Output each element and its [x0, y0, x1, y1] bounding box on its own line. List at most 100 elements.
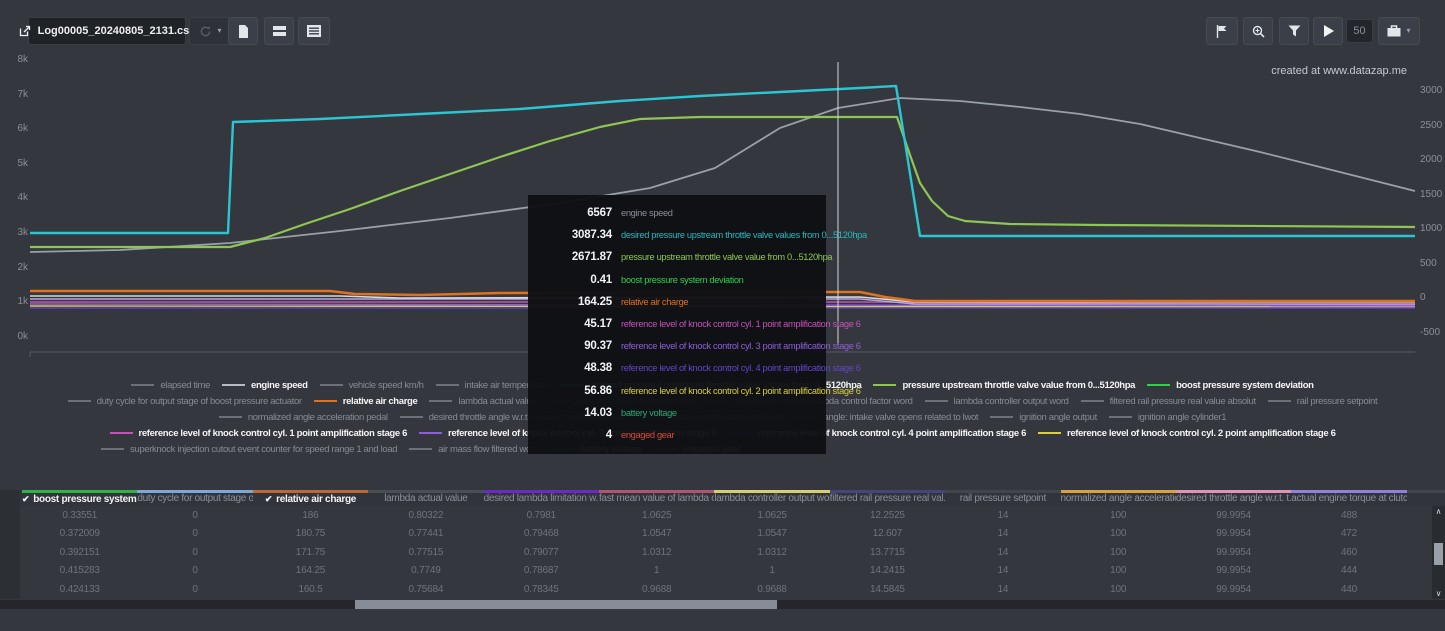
table-cell: 13.7715 [830, 547, 945, 558]
legend-item[interactable]: reference level of knock control cyl. 1 … [110, 428, 408, 439]
series-swatch [1038, 432, 1061, 434]
column-header-label: rail pressure setpoint [960, 493, 1046, 504]
legend-item[interactable]: air mass flow filtered word [409, 444, 538, 455]
column-header[interactable]: actual engine torque at clutch [1291, 490, 1406, 506]
legend-item[interactable]: reference level of knock control cyl. 2 … [1038, 428, 1336, 439]
watermark-link[interactable]: created at www.datazap.me [1271, 65, 1407, 77]
briefcase-icon [1387, 25, 1401, 37]
legend-label: reference level of knock control cyl. 2 … [1067, 428, 1336, 439]
legend-item[interactable]: relative air charge [314, 396, 418, 407]
table-cell: 14.2415 [830, 565, 945, 576]
table-cell: 100 [1061, 565, 1176, 576]
tooltip-series-label: engine speed [621, 208, 673, 218]
legend-item[interactable]: ignition angle cylinder1 [1109, 412, 1226, 423]
legend-item[interactable]: filtered rail pressure real value absolu… [1081, 396, 1256, 407]
table-cell: 0.77515 [368, 547, 483, 558]
table-left-gutter [0, 490, 20, 599]
legend-item[interactable]: superknock injection cutout event counte… [101, 444, 397, 455]
legend-item[interactable]: elapsed time [131, 380, 210, 391]
table-header-row: ✔boost pressure system d...duty cycle fo… [0, 490, 1445, 506]
table-cell: 0.415283 [22, 565, 137, 576]
series-swatch [222, 384, 245, 386]
split-panes-button[interactable] [264, 17, 294, 45]
points-input[interactable] [1346, 19, 1373, 43]
play-button[interactable] [1313, 17, 1343, 45]
legend-item[interactable]: pressure upstream throttle valve value f… [873, 380, 1135, 391]
legend-label: boost pressure system deviation [1176, 380, 1314, 391]
legend-item[interactable]: lambda controller output word [925, 396, 1069, 407]
column-header[interactable]: desi... [1407, 490, 1445, 506]
scroll-down-button[interactable]: ∨ [1432, 588, 1445, 599]
table-cell: 164.25 [253, 565, 368, 576]
legend-item[interactable]: lambda actual value [429, 396, 536, 407]
column-header[interactable]: lambda actual value [368, 490, 483, 506]
legend-label: duty cycle for output stage of boost pre… [97, 396, 302, 407]
table-cell: 0.7981 [484, 510, 599, 521]
table-cell: 1 [714, 565, 829, 576]
legend-item[interactable]: boost pressure system deviation [1147, 380, 1314, 391]
y-axis-label: 3k [6, 227, 28, 239]
legend-item[interactable]: normalized angle acceleration pedal [219, 412, 388, 423]
tooltip-value: 56.86 [534, 385, 612, 397]
column-header[interactable]: desired throttle angle w.r.t. t... [1176, 490, 1291, 506]
filter-button[interactable] [1279, 17, 1309, 45]
refresh-button[interactable]: ▾ [189, 17, 232, 45]
table-cell: 0 [137, 547, 252, 558]
column-header[interactable]: ✔relative air charge [253, 490, 368, 506]
column-header[interactable]: duty cycle for output stage o... [137, 490, 252, 506]
document-button[interactable] [228, 17, 258, 45]
legend-label: engine speed [251, 380, 308, 391]
flag-button[interactable] [1206, 17, 1238, 45]
column-header[interactable]: desired lambda limitation w... [484, 490, 599, 506]
vertical-scroll-thumb[interactable] [1434, 543, 1443, 565]
magnifier-plus-icon [1252, 25, 1265, 38]
toolbar: Log00005_20240805_2131.csv ▾ [0, 17, 1445, 47]
legend-item[interactable]: ignition angle output [990, 412, 1097, 423]
column-header[interactable]: normalized angle acceleratio... [1061, 490, 1176, 506]
legend-item[interactable]: engine speed [222, 380, 308, 391]
column-header[interactable]: ✔boost pressure system d... [22, 490, 137, 506]
column-header[interactable]: rail pressure setpoint [945, 490, 1060, 506]
series-swatch [131, 384, 154, 386]
y-axis-label: 7k [6, 89, 28, 101]
tools-button[interactable]: ▾ [1378, 17, 1420, 45]
horizontal-scrollbar[interactable] [0, 600, 1445, 609]
tooltip-series-label: relative air charge [621, 297, 688, 307]
column-header[interactable]: lambda controller output word [714, 490, 829, 506]
column-header[interactable]: filtered rail pressure real val... [830, 490, 945, 506]
legend-item[interactable]: vehicle speed km/h [320, 380, 424, 391]
table-vertical-scrollbar[interactable]: ∧ ∨ [1432, 506, 1445, 599]
scroll-up-button[interactable]: ∧ [1432, 506, 1445, 517]
table-cell: 0 [137, 510, 252, 521]
tooltip-value: 0.41 [534, 274, 612, 286]
refresh-icon [199, 25, 212, 38]
horizontal-scroll-thumb[interactable] [355, 600, 777, 609]
document-icon [238, 25, 249, 38]
table-cell: 160.5 [253, 584, 368, 595]
series-swatch [1081, 400, 1104, 402]
series-swatch [409, 448, 432, 450]
legend-label: filtered rail pressure real value absolu… [1110, 396, 1256, 407]
tooltip-row: 56.86reference level of knock control cy… [534, 380, 818, 402]
column-header-label: normalized angle acceleratio... [1061, 493, 1176, 504]
table-cell: 12.607 [830, 528, 945, 539]
table-cell: 0.75684 [368, 584, 483, 595]
column-header-label: lambda controller output word [714, 493, 829, 504]
column-header[interactable]: fast mean value of lambda c... [599, 490, 714, 506]
column-header-label: desired lambda limitation w... [484, 493, 599, 504]
zoom-button[interactable] [1243, 17, 1273, 45]
tooltip-series-label: reference level of knock control cyl. 2 … [621, 386, 861, 396]
log-file-button[interactable]: Log00005_20240805_2131.csv [28, 17, 186, 45]
series-swatch [320, 384, 343, 386]
legend-label: angle: intake valve opens related to lwo… [824, 412, 979, 423]
tooltip-value: 48.38 [534, 362, 612, 374]
chart-tooltip: 6567engine speed3087.34desired pressure … [528, 195, 826, 454]
table-cell: 1.0547 [599, 528, 714, 539]
list-icon [307, 25, 321, 37]
legend-item[interactable]: rail pressure setpoint [1268, 396, 1377, 407]
legend-item[interactable]: duty cycle for output stage of boost pre… [68, 396, 302, 407]
table-cell: 99.9954 [1176, 547, 1291, 558]
app: { "icons": { "check": "✔", "caret": "▾",… [0, 0, 1445, 631]
table-view-button[interactable] [298, 17, 330, 45]
series-swatch [68, 400, 91, 402]
